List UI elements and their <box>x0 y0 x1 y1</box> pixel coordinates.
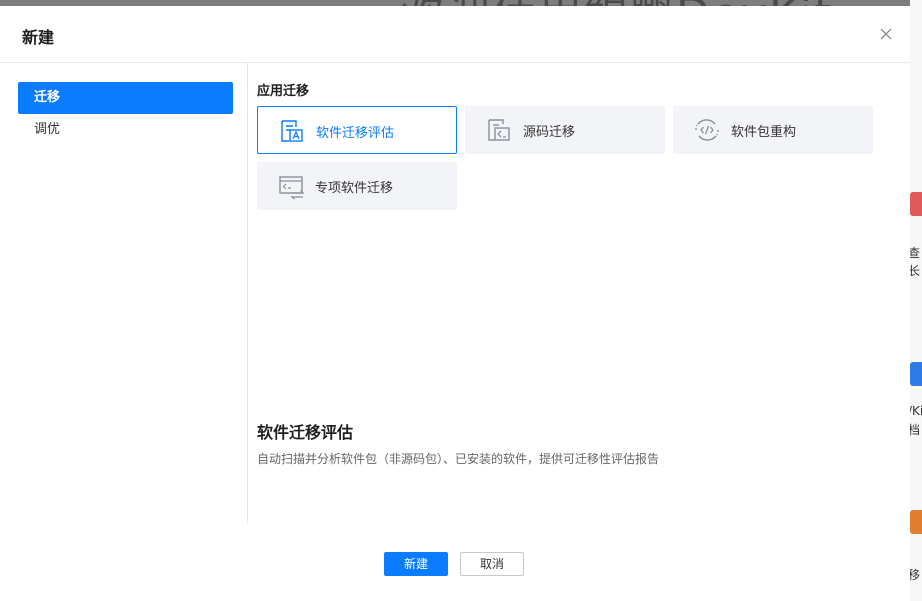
description-title: 软件迁移评估 <box>257 423 354 442</box>
background-orange-chip <box>910 510 922 534</box>
card-special-software-migration[interactable]: 专项软件迁移 <box>257 162 457 210</box>
dialog-header: 新建 <box>0 6 910 63</box>
code-package-icon <box>693 116 721 144</box>
background-red-chip <box>910 192 922 216</box>
close-icon[interactable] <box>876 24 896 44</box>
card-package-rebuild[interactable]: 软件包重构 <box>673 106 873 154</box>
category-sidebar: 迁移 调优 <box>0 63 248 523</box>
dialog-title: 新建 <box>22 28 55 47</box>
card-label: 软件包重构 <box>731 125 797 140</box>
card-label: 软件迁移评估 <box>316 126 395 141</box>
sidebar-item-tuning[interactable]: 调优 <box>18 114 233 146</box>
card-software-migration-assessment[interactable]: 软件迁移评估 <box>257 106 457 154</box>
background-blue-chip <box>910 362 922 386</box>
sidebar-item-migration[interactable]: 迁移 <box>18 82 233 114</box>
new-dialog: 新建 迁移 调优 <box>0 6 910 601</box>
cancel-button[interactable]: 取消 <box>460 552 524 576</box>
background-text: /Ki <box>908 404 922 418</box>
card-label: 专项软件迁移 <box>315 181 394 196</box>
migration-assessment-icon <box>278 117 306 145</box>
card-source-code-migration[interactable]: 源码迁移 <box>465 106 665 154</box>
special-software-icon <box>277 172 305 200</box>
background-right-panel <box>910 0 922 601</box>
card-label: 源码迁移 <box>523 125 576 140</box>
source-code-icon <box>485 116 513 144</box>
description-text: 自动扫描并分析软件包（非源码包）、已安装的软件，提供可迁移性评估报告 <box>257 452 660 466</box>
create-button[interactable]: 新建 <box>384 552 448 576</box>
section-title: 应用迁移 <box>257 84 310 99</box>
